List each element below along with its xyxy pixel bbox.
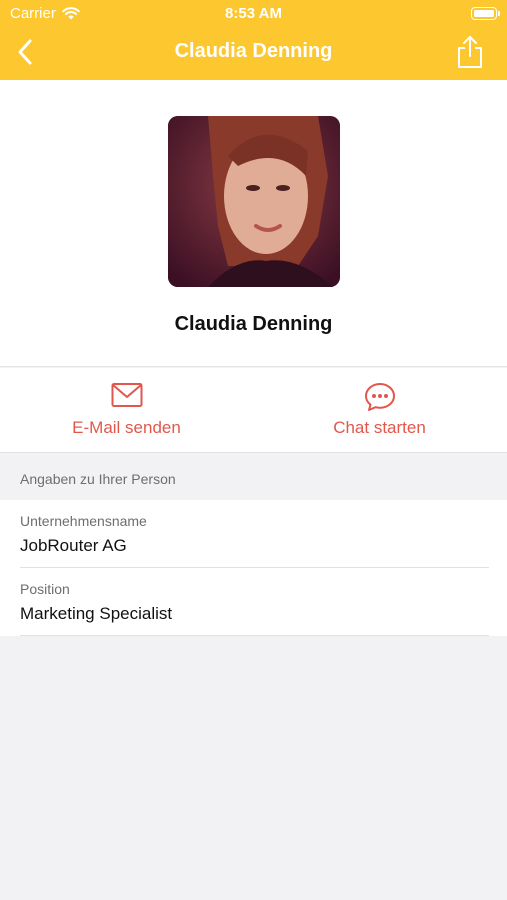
mail-icon	[111, 383, 142, 407]
avatar	[168, 116, 340, 287]
email-button-label: E-Mail senden	[72, 418, 181, 437]
status-bar: Carrier 8:53 AM	[0, 0, 507, 28]
field-company: Unternehmensname JobRouter AG	[0, 500, 507, 568]
chat-button[interactable]: Chat starten	[253, 368, 506, 453]
field-value: Marketing Specialist	[20, 604, 173, 623]
email-button[interactable]: E-Mail senden	[0, 368, 253, 453]
section-title: Angaben zu Ihrer Person	[20, 471, 176, 487]
profile-card: Claudia Denning	[0, 80, 507, 367]
chat-bubble-icon	[364, 383, 395, 411]
page-title: Claudia Denning	[174, 40, 333, 62]
field-value: JobRouter AG	[20, 536, 127, 555]
section-header: Angaben zu Ihrer Person	[0, 454, 507, 500]
battery-icon	[471, 7, 500, 20]
action-bar: E-Mail senden Chat starten	[0, 368, 507, 453]
status-time: 8:53 AM	[225, 5, 282, 22]
divider	[20, 635, 489, 636]
field-position: Position Marketing Specialist	[0, 568, 507, 636]
share-icon	[458, 36, 482, 68]
chat-button-label: Chat starten	[333, 418, 426, 437]
profile-name: Claudia Denning	[174, 313, 333, 335]
portrait-image	[168, 116, 340, 287]
navigation-bar: Carrier 8:53 AM Claudia Denning	[0, 0, 507, 80]
field-label: Unternehmensname	[20, 513, 147, 529]
field-label: Position	[20, 581, 70, 597]
share-button[interactable]	[455, 34, 485, 70]
